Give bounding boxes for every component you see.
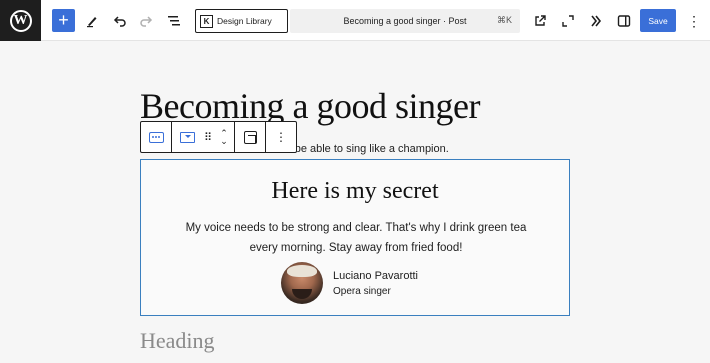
settings-sidebar-button[interactable] — [612, 9, 636, 33]
undo-button[interactable] — [108, 9, 132, 33]
view-post-button[interactable] — [528, 9, 552, 33]
align-group — [235, 122, 266, 152]
sidebar-toggle-icon — [617, 15, 631, 27]
design-library-button[interactable]: K Design Library — [195, 9, 288, 33]
align-icon — [243, 130, 257, 144]
heading-placeholder[interactable]: Heading — [140, 328, 215, 354]
author-role[interactable]: Opera singer — [333, 286, 418, 297]
preview-button[interactable] — [556, 9, 580, 33]
document-title: Becoming a good singer · Post — [343, 16, 467, 26]
align-button[interactable] — [239, 125, 261, 149]
block-inserter-button[interactable]: + — [52, 9, 75, 32]
chevron-down-icon[interactable]: ⌄ — [220, 137, 228, 146]
drag-handle-icon: ⠿ — [203, 131, 213, 144]
plugin-button[interactable] — [584, 9, 608, 33]
tools-button[interactable] — [80, 9, 104, 33]
intro-paragraph-text: to be able to sing like a champion. — [282, 143, 449, 155]
drag-handle[interactable]: ⠿ — [202, 125, 214, 149]
command-shortcut: ⌘K — [496, 15, 512, 25]
editor-top-toolbar: W + K Design Library Becoming a good sin… — [0, 0, 710, 41]
author-row: Luciano Pavarotti Opera singer — [281, 262, 418, 304]
plus-icon: + — [58, 10, 69, 30]
options-button[interactable]: ⋮ — [682, 9, 706, 33]
parent-group — [141, 122, 172, 152]
group-heading[interactable]: Here is my secret — [141, 178, 569, 205]
block-type-button[interactable] — [176, 125, 198, 149]
author-name[interactable]: Luciano Pavarotti — [333, 270, 418, 282]
more-vertical-icon: ⋮ — [687, 12, 701, 29]
editor-canvas: Becoming a good singer Let me tell you w… — [0, 41, 710, 363]
redo-button[interactable] — [134, 9, 158, 33]
save-label: Save — [648, 15, 668, 26]
document-outline-icon — [168, 16, 180, 26]
options-group: ⋮ — [266, 122, 296, 152]
design-library-label: Design Library — [217, 16, 272, 26]
group-paragraph[interactable]: My voice needs to be strong and clear. T… — [181, 218, 531, 258]
block-type-group: ⠿ ⌃ ⌄ — [172, 122, 235, 152]
undo-icon — [113, 16, 126, 27]
more-vertical-icon: ⋮ — [275, 130, 287, 144]
wordpress-logo-button[interactable]: W — [0, 0, 41, 41]
design-library-icon: K — [200, 14, 213, 28]
redo-icon — [140, 16, 153, 27]
select-parent-button[interactable] — [145, 125, 167, 149]
block-toolbar: ⠿ ⌃ ⌄ ⋮ — [140, 121, 297, 153]
group-block-icon — [179, 131, 195, 143]
document-outline-button[interactable] — [162, 9, 186, 33]
selected-group-block[interactable]: Here is my secret My voice needs to be s… — [140, 159, 570, 316]
plugin-icon — [591, 15, 602, 27]
pencil-icon — [87, 17, 97, 28]
save-button[interactable]: Save — [640, 9, 676, 32]
wordpress-logo-icon: W — [9, 9, 32, 32]
select-parent-icon — [148, 131, 164, 143]
preview-icon — [562, 15, 574, 27]
avatar[interactable] — [281, 262, 323, 304]
external-view-icon — [535, 15, 546, 26]
move-buttons: ⌃ ⌄ — [218, 125, 230, 149]
block-editor: W + K Design Library Becoming a good sin… — [0, 0, 710, 363]
command-palette-bar[interactable]: Becoming a good singer · Post ⌘K — [290, 9, 520, 33]
block-options-button[interactable]: ⋮ — [270, 125, 292, 149]
